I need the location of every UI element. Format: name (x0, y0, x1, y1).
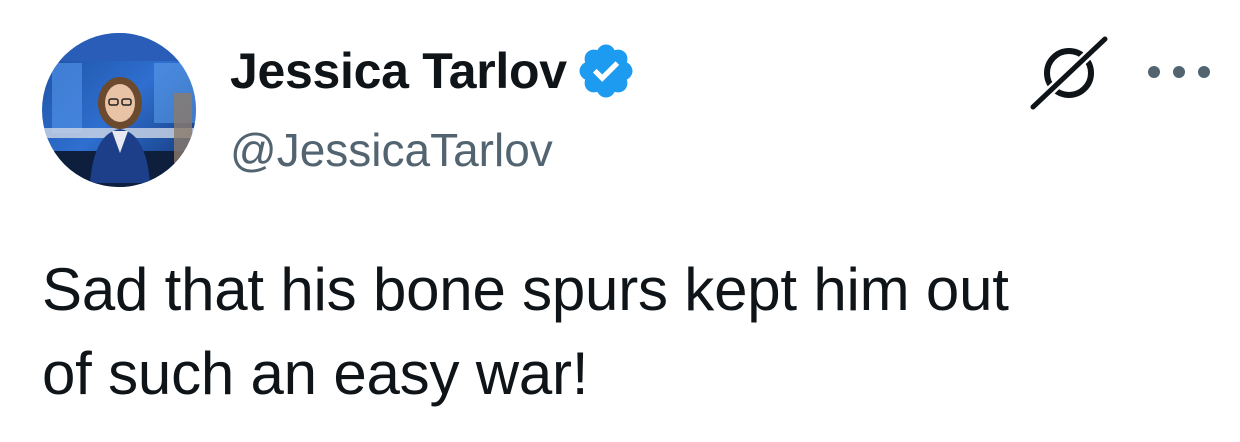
verified-badge-icon[interactable] (575, 40, 637, 102)
grok-icon[interactable] (1027, 33, 1111, 113)
more-options-icon[interactable] (1142, 52, 1216, 92)
tweet-text: Sad that his bone spurs kept him out of … (42, 256, 1009, 407)
avatar-image (42, 33, 196, 187)
display-name[interactable]: Jessica Tarlov (230, 38, 567, 104)
author-handle[interactable]: @JessicaTarlov (230, 120, 553, 180)
avatar[interactable] (42, 33, 196, 187)
tweet[interactable]: Jessica Tarlov @JessicaTarlov Sad that h… (0, 0, 1240, 442)
author-name-row: Jessica Tarlov (230, 38, 637, 104)
